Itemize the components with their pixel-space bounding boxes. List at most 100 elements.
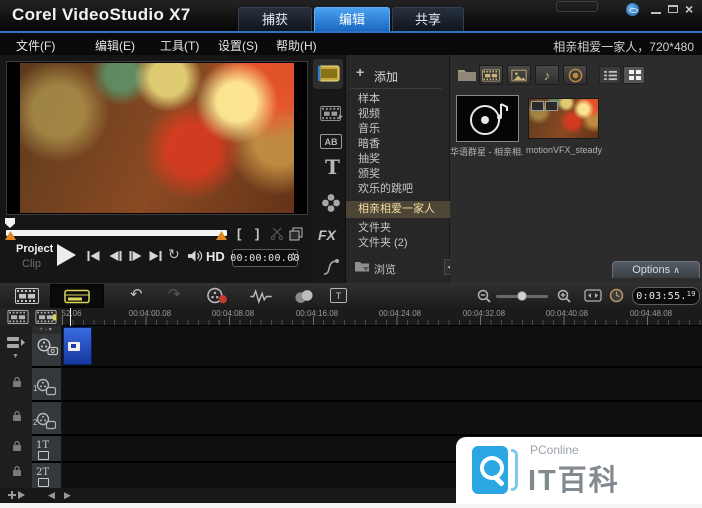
- instant-project-icon[interactable]: [320, 106, 343, 121]
- enlarge-preview-icon[interactable]: [289, 227, 303, 241]
- next-frame-button[interactable]: [128, 250, 143, 262]
- scrubber-handle[interactable]: [5, 218, 15, 228]
- fit-timeline-icon[interactable]: [584, 289, 602, 302]
- gallery-thumb-audio[interactable]: [456, 95, 519, 142]
- library-item-banjiang[interactable]: 颁奖: [346, 167, 450, 182]
- undo-button[interactable]: ↶: [130, 287, 143, 302]
- library-item-videos[interactable]: 视频: [346, 107, 450, 122]
- lock-overlay1-icon[interactable]: [12, 376, 22, 388]
- library-item-selected[interactable]: 相亲相爱一家人: [346, 201, 450, 218]
- transitions-icon[interactable]: AB: [320, 134, 342, 149]
- timeline-clip-video[interactable]: [63, 327, 92, 365]
- options-button[interactable]: Options ∧: [612, 261, 700, 278]
- maximize-button[interactable]: [668, 5, 678, 13]
- scroll-left-button[interactable]: ◀: [48, 490, 55, 500]
- timecode-spinner[interactable]: ▲▼: [292, 251, 295, 263]
- motion-path-icon[interactable]: [322, 258, 340, 276]
- storyboard-view-button[interactable]: [14, 288, 40, 304]
- lock-title2-icon[interactable]: [12, 465, 22, 477]
- filter-video-icon[interactable]: [479, 65, 503, 85]
- overlay-track-2-icon[interactable]: 2: [33, 412, 57, 430]
- subtitle-editor-icon[interactable]: T: [330, 288, 347, 303]
- track-manager-icon[interactable]: [6, 336, 26, 350]
- titles-icon[interactable]: T: [325, 155, 340, 179]
- repeat-button[interactable]: ↻: [168, 247, 180, 262]
- gallery-thumb-video[interactable]: [528, 98, 599, 139]
- browse-button[interactable]: 浏览: [374, 261, 396, 277]
- mark-in-button[interactable]: [: [237, 226, 241, 241]
- sound-mixer-icon[interactable]: [248, 289, 274, 304]
- hd-toggle[interactable]: HD: [206, 249, 225, 264]
- close-button[interactable]: ×: [685, 3, 693, 15]
- split-clip-icon[interactable]: [270, 227, 284, 240]
- track-dropdown-icon[interactable]: ▼: [12, 353, 19, 360]
- library-item-music[interactable]: 音乐: [346, 122, 450, 137]
- project-duration-clock-icon[interactable]: [609, 288, 624, 303]
- menu-edit[interactable]: 编辑(E): [95, 37, 135, 54]
- auto-music-icon[interactable]: [292, 289, 316, 304]
- browse-icon: [354, 260, 370, 272]
- add-track-icon[interactable]: [8, 490, 26, 500]
- timeline-ruler[interactable]: 03:52.06 00:04:00.08 00:04:08.08 00:04:1…: [62, 308, 702, 326]
- track-mini-toolbar[interactable]: +-▾: [32, 326, 61, 334]
- library-item-samples[interactable]: 样本: [346, 92, 450, 107]
- filter-audio-icon[interactable]: ♪: [535, 65, 559, 85]
- previous-frame-button[interactable]: [108, 250, 123, 262]
- app-window: Corel VideoStudio X7 捕获 编辑 共享 × 文件(F) 编辑…: [0, 0, 702, 508]
- library-item-anxiang[interactable]: 暗香: [346, 137, 450, 152]
- zoom-in-icon[interactable]: [557, 289, 571, 303]
- project-mode-toggle[interactable]: Project: [16, 243, 53, 255]
- lock-title1-icon[interactable]: [12, 440, 22, 452]
- record-capture-icon[interactable]: [206, 287, 228, 304]
- clip-mode-toggle[interactable]: Clip: [22, 258, 41, 270]
- menu-tools[interactable]: 工具(T): [160, 37, 199, 54]
- ripple-edit-all-icon[interactable]: [35, 310, 57, 324]
- library-item-huanle[interactable]: 欢乐的跳吧: [346, 182, 450, 197]
- folder-icon[interactable]: [457, 67, 477, 82]
- add-folder-button[interactable]: 添加: [374, 68, 398, 85]
- timeline-timecode[interactable]: 0:03:55. 19: [632, 287, 700, 305]
- timeline-timecode-frames: 19: [687, 290, 696, 298]
- tab-share[interactable]: 共享: [392, 7, 464, 31]
- list-view-button[interactable]: [599, 66, 621, 84]
- filters-icon[interactable]: FX: [318, 227, 336, 243]
- menu-file[interactable]: 文件(F): [16, 37, 55, 54]
- add-folder-plus-icon[interactable]: +: [356, 64, 364, 80]
- graphics-icon[interactable]: [321, 193, 341, 213]
- tab-capture[interactable]: 捕获: [238, 7, 312, 31]
- zoom-out-icon[interactable]: [477, 289, 491, 303]
- mark-out-button[interactable]: ]: [255, 226, 259, 241]
- web-globe-icon[interactable]: [626, 3, 639, 16]
- volume-button[interactable]: [187, 249, 204, 263]
- menu-settings[interactable]: 设置(S): [218, 37, 258, 54]
- show-all-tracks-icon[interactable]: [7, 310, 29, 324]
- playhead[interactable]: [70, 308, 71, 327]
- library-item-choujiang[interactable]: 抽奖: [346, 152, 450, 167]
- tab-edit[interactable]: 编辑: [314, 7, 390, 31]
- preview-video-frame: [20, 63, 294, 213]
- scroll-right-button[interactable]: ▶: [64, 490, 71, 500]
- redo-button[interactable]: ↷: [168, 287, 181, 302]
- title-track-1-icon[interactable]: 1T: [36, 440, 61, 463]
- filter-photo-icon[interactable]: [507, 65, 531, 85]
- timeline-zoom-thumb[interactable]: [517, 291, 527, 301]
- filter-motion-icon[interactable]: [563, 65, 587, 85]
- video-badge-icon: [531, 101, 544, 111]
- minimize-button[interactable]: [651, 12, 661, 14]
- trim-bar[interactable]: [6, 230, 227, 236]
- library-item-folder2[interactable]: 文件夹 (2): [346, 236, 450, 251]
- preview-timecode[interactable]: 00:00:00.00 ▲▼: [232, 249, 298, 267]
- play-button[interactable]: [54, 242, 78, 268]
- ruler-label-3: 00:04:16.08: [287, 309, 347, 318]
- overlay-track-1-icon[interactable]: 1: [33, 378, 57, 396]
- title-track-2-icon[interactable]: 2T: [36, 467, 61, 490]
- media-library-icon[interactable]: [318, 63, 342, 84]
- library-item-folder[interactable]: 文件夹: [346, 221, 450, 236]
- menu-help[interactable]: 帮助(H): [276, 37, 317, 54]
- go-to-end-button[interactable]: [148, 250, 163, 262]
- go-to-start-button[interactable]: [86, 250, 101, 262]
- lock-overlay2-icon[interactable]: [12, 410, 22, 422]
- gallery-thumb-audio-label: 华语群星 - 相亲相...: [450, 145, 523, 158]
- grid-view-button[interactable]: [623, 66, 645, 84]
- video-track-icon[interactable]: [35, 338, 59, 356]
